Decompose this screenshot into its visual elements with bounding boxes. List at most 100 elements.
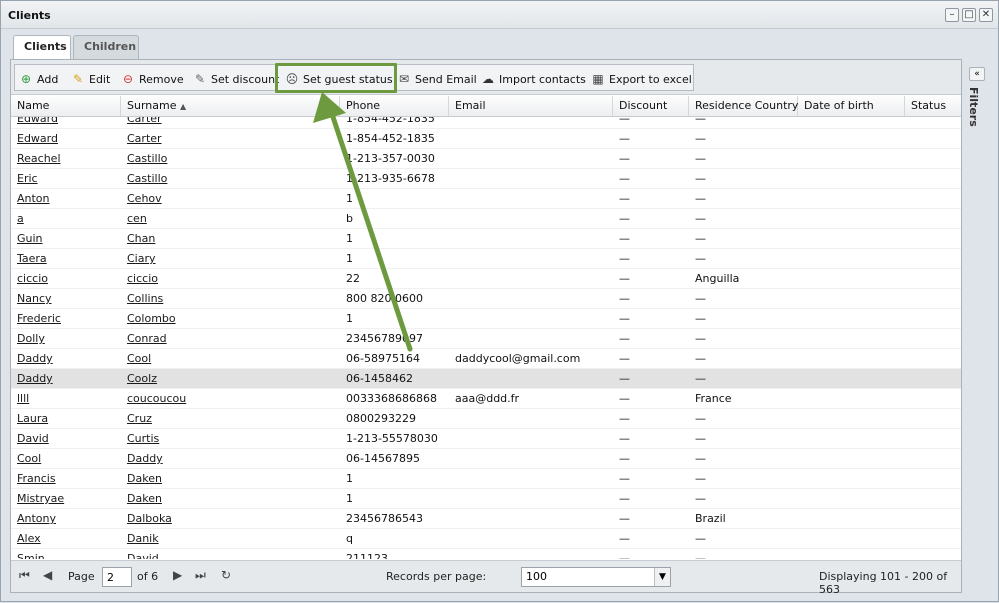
cell-surname[interactable]: Carter [121, 117, 340, 129]
cell-name[interactable]: Dolly [11, 329, 121, 349]
cell-surname-link[interactable]: Colombo [127, 312, 176, 325]
table-row[interactable]: Guin Chan 1 — — [11, 229, 961, 249]
cell-surname-link[interactable]: Daken [127, 492, 162, 505]
cell-surname[interactable]: Cool [121, 349, 340, 369]
cell-surname[interactable]: Daddy [121, 449, 340, 469]
cell-name-link[interactable]: Francis [17, 472, 56, 485]
cell-name[interactable]: Guin [11, 229, 121, 249]
cell-name-link[interactable]: Frederic [17, 312, 61, 325]
column-header-email[interactable]: Email [449, 96, 613, 116]
cell-surname-link[interactable]: Castillo [127, 152, 167, 165]
cell-name[interactable]: Taera [11, 249, 121, 269]
last-page-icon[interactable]: ⏭ [195, 568, 206, 583]
cell-name-link[interactable]: ciccio [17, 272, 48, 285]
next-page-icon[interactable]: ▶ [173, 568, 182, 582]
cell-name-link[interactable]: Taera [17, 252, 47, 265]
cell-name[interactable]: Francis [11, 469, 121, 489]
cell-name[interactable]: llll [11, 389, 121, 409]
table-row[interactable]: Dolly Conrad 23456789097 — — [11, 329, 961, 349]
filters-panel[interactable]: « Filters [965, 63, 989, 593]
cell-surname-link[interactable]: Cehov [127, 192, 162, 205]
cell-surname-link[interactable]: Cruz [127, 412, 152, 425]
table-row[interactable]: Alex Danik q — — [11, 529, 961, 549]
set-discount-button[interactable]: ✎ Set discount [193, 70, 279, 88]
maximize-icon[interactable]: □ [962, 8, 976, 22]
cell-surname-link[interactable]: Dalboka [127, 512, 172, 525]
cell-name-link[interactable]: Laura [17, 412, 48, 425]
table-row[interactable]: David Curtis 1-213-55578030 — — [11, 429, 961, 449]
cell-surname[interactable]: cen [121, 209, 340, 229]
cell-surname-link[interactable]: Carter [127, 117, 162, 125]
cell-surname[interactable]: Daken [121, 469, 340, 489]
first-page-icon[interactable]: ⏮ [19, 568, 30, 583]
cell-surname-link[interactable]: cen [127, 212, 147, 225]
table-row[interactable]: Edward Carter 1-854-452-1835 — — [11, 117, 961, 129]
cell-name-link[interactable]: Alex [17, 532, 41, 545]
cell-name-link[interactable]: Edward [17, 132, 58, 145]
cell-name[interactable]: David [11, 429, 121, 449]
cell-name[interactable]: Eric [11, 169, 121, 189]
cell-name-link[interactable]: Daddy [17, 352, 53, 365]
add-button[interactable]: ⊕ Add [19, 70, 58, 88]
cell-name[interactable]: Alex [11, 529, 121, 549]
table-row[interactable]: Daddy Coolz 06-1458462 — — [11, 369, 961, 389]
cell-surname-link[interactable]: Chan [127, 232, 155, 245]
cell-name-link[interactable]: David [17, 432, 49, 445]
cell-name[interactable]: Smin [11, 549, 121, 559]
cell-surname[interactable]: Cruz [121, 409, 340, 429]
column-header-phone[interactable]: Phone [340, 96, 449, 116]
refresh-icon[interactable]: ↻ [221, 568, 231, 582]
page-number-input[interactable] [102, 567, 132, 587]
expand-filters-icon[interactable]: « [969, 67, 985, 81]
cell-name[interactable]: Nancy [11, 289, 121, 309]
cell-name-link[interactable]: Anton [17, 192, 50, 205]
column-header-discount[interactable]: Discount [613, 96, 689, 116]
cell-name[interactable]: Frederic [11, 309, 121, 329]
cell-name-link[interactable]: Antony [17, 512, 56, 525]
cell-surname[interactable]: Collins [121, 289, 340, 309]
cell-name-link[interactable]: llll [17, 392, 29, 405]
cell-name[interactable]: Reachel [11, 149, 121, 169]
column-header-status[interactable]: Status [905, 96, 961, 116]
send-email-button[interactable]: ✉ Send Email [397, 70, 477, 88]
records-per-page-select[interactable]: 100 ▼ [521, 567, 671, 587]
cell-surname-link[interactable]: Coolz [127, 372, 157, 385]
cell-surname[interactable]: Cehov [121, 189, 340, 209]
cell-name-link[interactable]: Cool [17, 452, 41, 465]
table-row[interactable]: Taera Ciary 1 — — [11, 249, 961, 269]
cell-name[interactable]: Daddy [11, 369, 121, 389]
table-row[interactable]: llll coucoucou 0033368686868 aaa@ddd.fr — Fra… [11, 389, 961, 409]
table-row[interactable]: Antony Dalboka 23456786543 — Brazil [11, 509, 961, 529]
cell-name[interactable]: Antony [11, 509, 121, 529]
cell-name-link[interactable]: Daddy [17, 372, 53, 385]
cell-name-link[interactable]: Reachel [17, 152, 61, 165]
cell-surname[interactable]: Carter [121, 129, 340, 149]
table-row[interactable]: Edward Carter 1-854-452-1835 — — [11, 129, 961, 149]
table-row[interactable]: Daddy Cool 06-58975164 daddycool@gmail.com —… [11, 349, 961, 369]
table-row[interactable]: Frederic Colombo 1 — — [11, 309, 961, 329]
table-row[interactable]: Mistryae Daken 1 — — [11, 489, 961, 509]
cell-name[interactable]: Edward [11, 117, 121, 129]
cell-name-link[interactable]: Mistryae [17, 492, 64, 505]
cell-surname-link[interactable]: Daken [127, 472, 162, 485]
table-row[interactable]: Eric Castillo 1-213-935-6678 — — [11, 169, 961, 189]
import-contacts-button[interactable]: ☁ Import contacts [481, 70, 586, 88]
cell-name[interactable]: a [11, 209, 121, 229]
cell-name[interactable]: Edward [11, 129, 121, 149]
table-row[interactable]: Smin David 211123 — — [11, 549, 961, 559]
cell-surname[interactable]: Colombo [121, 309, 340, 329]
cell-surname[interactable]: coucoucou [121, 389, 340, 409]
cell-name[interactable]: Mistryae [11, 489, 121, 509]
cell-surname-link[interactable]: Daddy [127, 452, 163, 465]
table-row[interactable]: Francis Daken 1 — — [11, 469, 961, 489]
cell-surname-link[interactable]: Collins [127, 292, 163, 305]
cell-surname-link[interactable]: Danik [127, 532, 159, 545]
cell-surname-link[interactable]: Cool [127, 352, 151, 365]
cell-name-link[interactable]: Guin [17, 232, 43, 245]
cell-name[interactable]: Anton [11, 189, 121, 209]
cell-surname[interactable]: Coolz [121, 369, 340, 389]
cell-name-link[interactable]: Eric [17, 172, 38, 185]
cell-surname[interactable]: Curtis [121, 429, 340, 449]
table-row[interactable]: Cool Daddy 06-14567895 — — [11, 449, 961, 469]
chevron-down-icon[interactable]: ▼ [654, 568, 670, 586]
